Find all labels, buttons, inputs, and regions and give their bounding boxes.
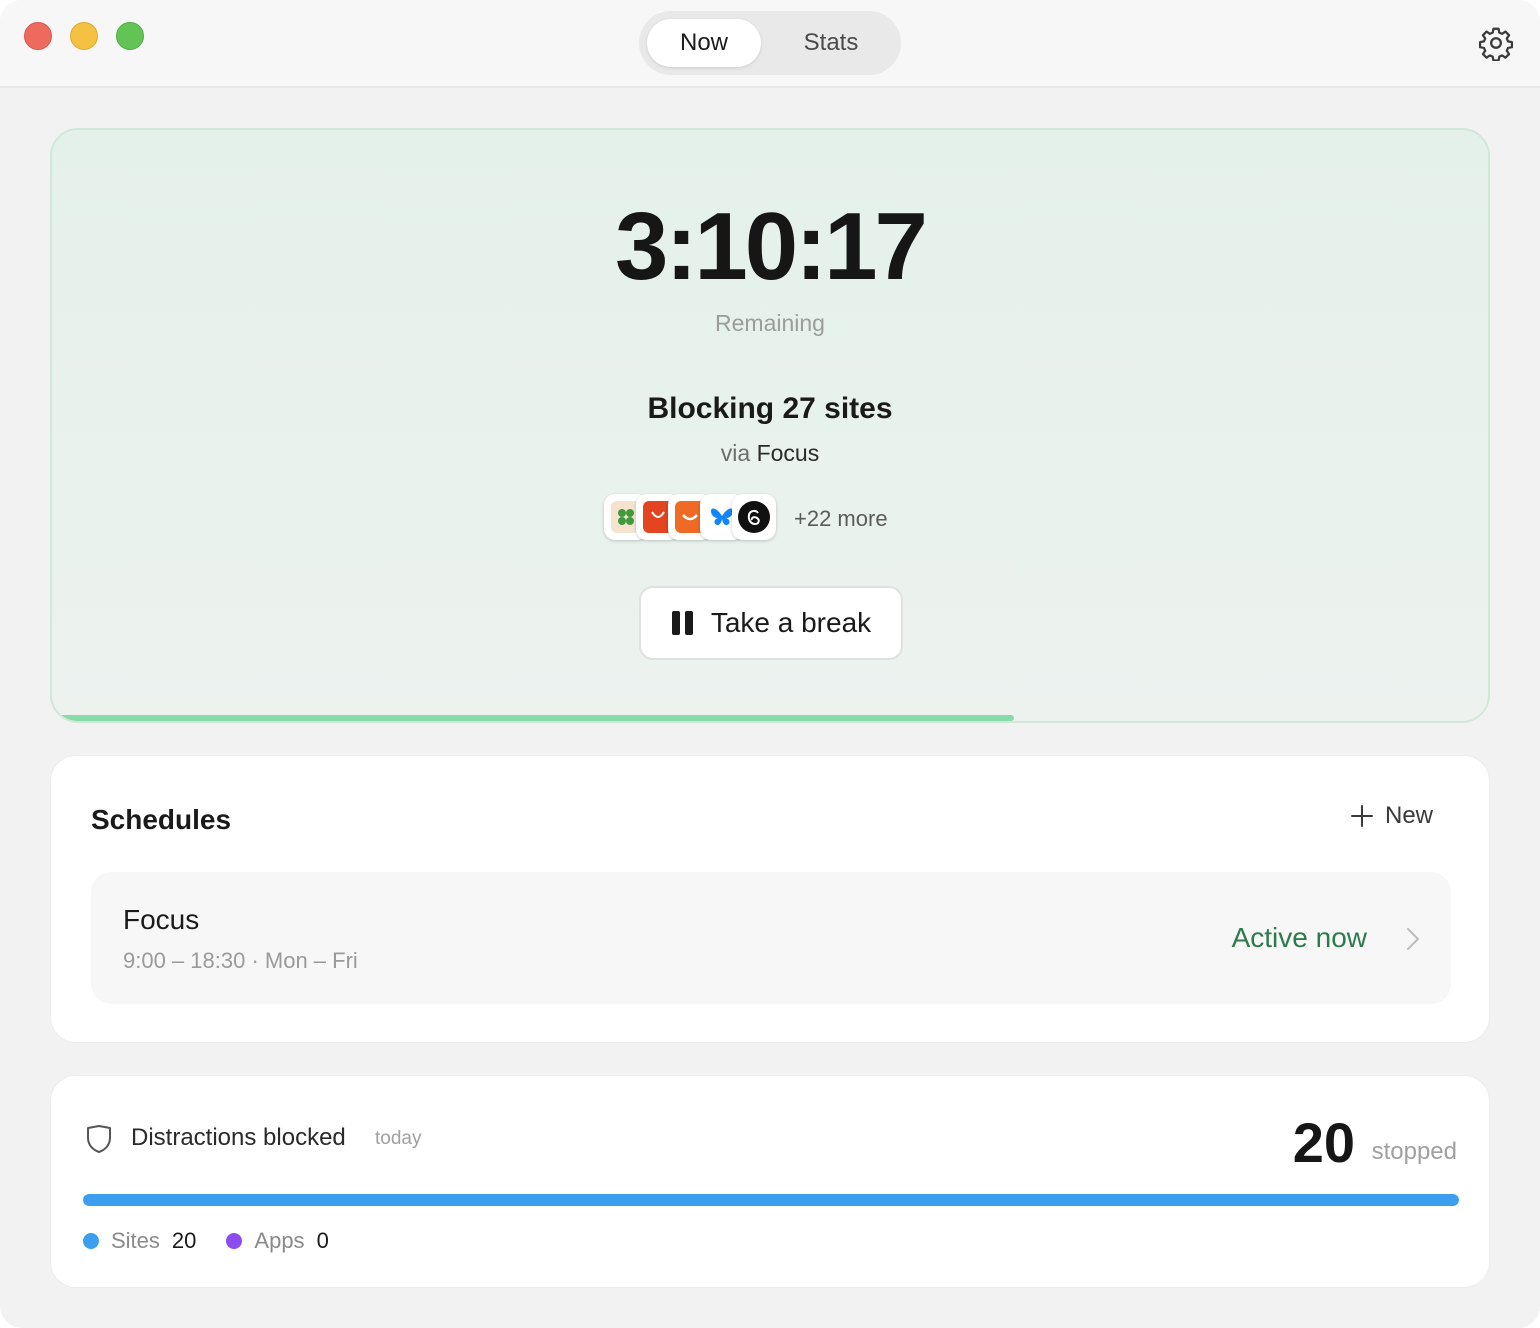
distractions-card: Distractions blocked today 20 stopped Si… <box>50 1075 1490 1288</box>
sites-dot <box>83 1233 99 1249</box>
new-schedule-label: New <box>1384 802 1433 829</box>
distractions-title: Distractions blocked <box>131 1124 346 1151</box>
title-bar: Now Stats <box>0 0 1540 88</box>
schedule-row[interactable]: Focus 9:00 – 18:30 · Mon – Fri Active no… <box>91 872 1451 1004</box>
legend-sites: Sites 20 <box>83 1228 196 1254</box>
gear-icon[interactable] <box>1478 25 1514 61</box>
blocking-summary: Blocking 27 sites <box>647 392 893 425</box>
take-break-label: Take a break <box>710 607 872 638</box>
legend-apps: Apps 0 <box>226 1228 329 1254</box>
apps-dot <box>226 1233 243 1249</box>
new-schedule-button[interactable]: New <box>1350 802 1433 830</box>
schedule-time: 9:00 – 18:30 · Mon – Fri <box>123 948 358 973</box>
schedule-status: Active now <box>1231 922 1367 953</box>
blocked-count: 20 <box>1292 1111 1355 1174</box>
timer-caption: Remaining <box>715 310 825 336</box>
legend-apps-label: Apps <box>254 1228 305 1253</box>
schedules-card: Schedules New Focus 9:00 – 18:30 · Mon –… <box>50 755 1490 1043</box>
chevron-right-icon <box>1407 928 1419 950</box>
threads-icon <box>732 494 776 540</box>
pause-icon <box>671 611 693 635</box>
blocked-site-icons[interactable] <box>604 494 784 542</box>
legend-sites-value: 20 <box>171 1228 197 1253</box>
close-window-button[interactable] <box>24 22 52 50</box>
tab-stats[interactable]: Stats <box>769 19 893 67</box>
app-window: Now Stats 3:10:17 Remaining Blocking 27 … <box>0 0 1540 1328</box>
via-prefix: via <box>720 440 751 466</box>
distractions-period: today <box>375 1128 422 1149</box>
shield-icon <box>87 1125 111 1153</box>
schedule-name: Focus <box>123 904 200 935</box>
take-break-button[interactable]: Take a break <box>639 586 903 660</box>
more-sites-count[interactable]: +22 more <box>794 506 888 532</box>
distractions-legend: Sites 20 Apps 0 <box>83 1228 329 1254</box>
active-session-card: 3:10:17 Remaining Blocking 27 sites via … <box>50 128 1490 723</box>
schedules-title: Schedules <box>91 804 232 835</box>
distractions-bar <box>83 1194 1459 1206</box>
countdown-timer: 3:10:17 <box>615 193 928 300</box>
zoom-window-button[interactable] <box>116 22 144 50</box>
via-schedule-name: Focus <box>756 440 820 466</box>
minimize-window-button[interactable] <box>70 22 98 50</box>
plus-icon <box>1350 805 1373 827</box>
distractions-bar-fill <box>83 1194 1459 1206</box>
session-progress-fill <box>52 715 1015 721</box>
session-progress <box>52 715 1488 721</box>
view-switcher: Now Stats <box>639 11 901 75</box>
schedule-source: via Focus <box>52 440 1488 467</box>
legend-sites-label: Sites <box>111 1228 160 1253</box>
blocked-count-label: stopped <box>1371 1138 1457 1165</box>
tab-now[interactable]: Now <box>647 19 761 67</box>
legend-apps-value: 0 <box>316 1228 329 1253</box>
